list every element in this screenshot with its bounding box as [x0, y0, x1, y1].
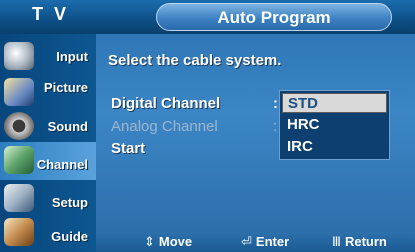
input-icon	[4, 42, 34, 70]
start-label[interactable]: Start	[111, 140, 145, 157]
setup-icon	[4, 184, 34, 212]
sidebar-item-label: Input	[56, 49, 88, 64]
hint-return-label: Return	[344, 234, 387, 249]
hint-move: ⇕ Move	[144, 234, 192, 250]
sidebar-item-sound[interactable]: Sound	[0, 108, 96, 146]
digital-channel-separator: :	[273, 95, 278, 112]
channel-icon	[4, 146, 34, 174]
top-bar: T V Auto Program	[0, 0, 415, 34]
digital-channel-label[interactable]: Digital Channel	[111, 95, 220, 112]
enter-icon: ⏎	[241, 234, 252, 249]
tv-osd-screen: T V Auto Program Input Picture Sound Cha…	[0, 0, 415, 252]
sidebar-item-label: Picture	[43, 80, 88, 95]
hint-enter: ⏎ Enter	[241, 234, 289, 250]
sidebar-item-label: Sound	[47, 119, 88, 134]
sidebar-item-input[interactable]: Input	[0, 38, 96, 76]
menu-title-pill: Auto Program	[156, 3, 392, 31]
sidebar-item-channel[interactable]: Channel	[0, 142, 96, 180]
dropdown-option-irc[interactable]: IRC	[282, 137, 387, 157]
sidebar-item-label: Guide	[51, 229, 88, 244]
hint-enter-label: Enter	[255, 234, 290, 249]
sidebar-item-label: Setup	[51, 195, 88, 210]
analog-channel-separator: :	[273, 118, 278, 135]
sidebar-item-label: Channel	[36, 157, 88, 172]
cable-system-dropdown[interactable]: STD HRC IRC	[279, 90, 390, 160]
menu-title: Auto Program	[217, 8, 331, 27]
source-label: T V	[32, 4, 70, 24]
sound-icon	[4, 112, 34, 140]
menu-return-icon: Ⅲ	[332, 234, 341, 249]
hint-return: Ⅲ Return	[332, 234, 387, 250]
guide-icon	[4, 218, 34, 246]
dropdown-option-hrc[interactable]: HRC	[282, 115, 387, 135]
sidebar-item-setup[interactable]: Setup	[0, 180, 96, 218]
sidebar-item-picture[interactable]: Picture	[0, 74, 96, 112]
prompt-text: Select the cable system.	[108, 52, 282, 69]
hint-move-label: Move	[158, 234, 193, 249]
bottom-hint-bar: ⇕ Move ⏎ Enter Ⅲ Return	[96, 232, 415, 252]
sidebar-item-guide[interactable]: Guide	[0, 214, 96, 252]
updown-arrows-icon: ⇕	[144, 234, 155, 249]
sidebar: Input Picture Sound Channel Setup Guide	[0, 34, 96, 252]
picture-icon	[4, 78, 34, 106]
analog-channel-label: Analog Channel	[111, 118, 218, 135]
dropdown-option-std[interactable]: STD	[282, 93, 387, 113]
